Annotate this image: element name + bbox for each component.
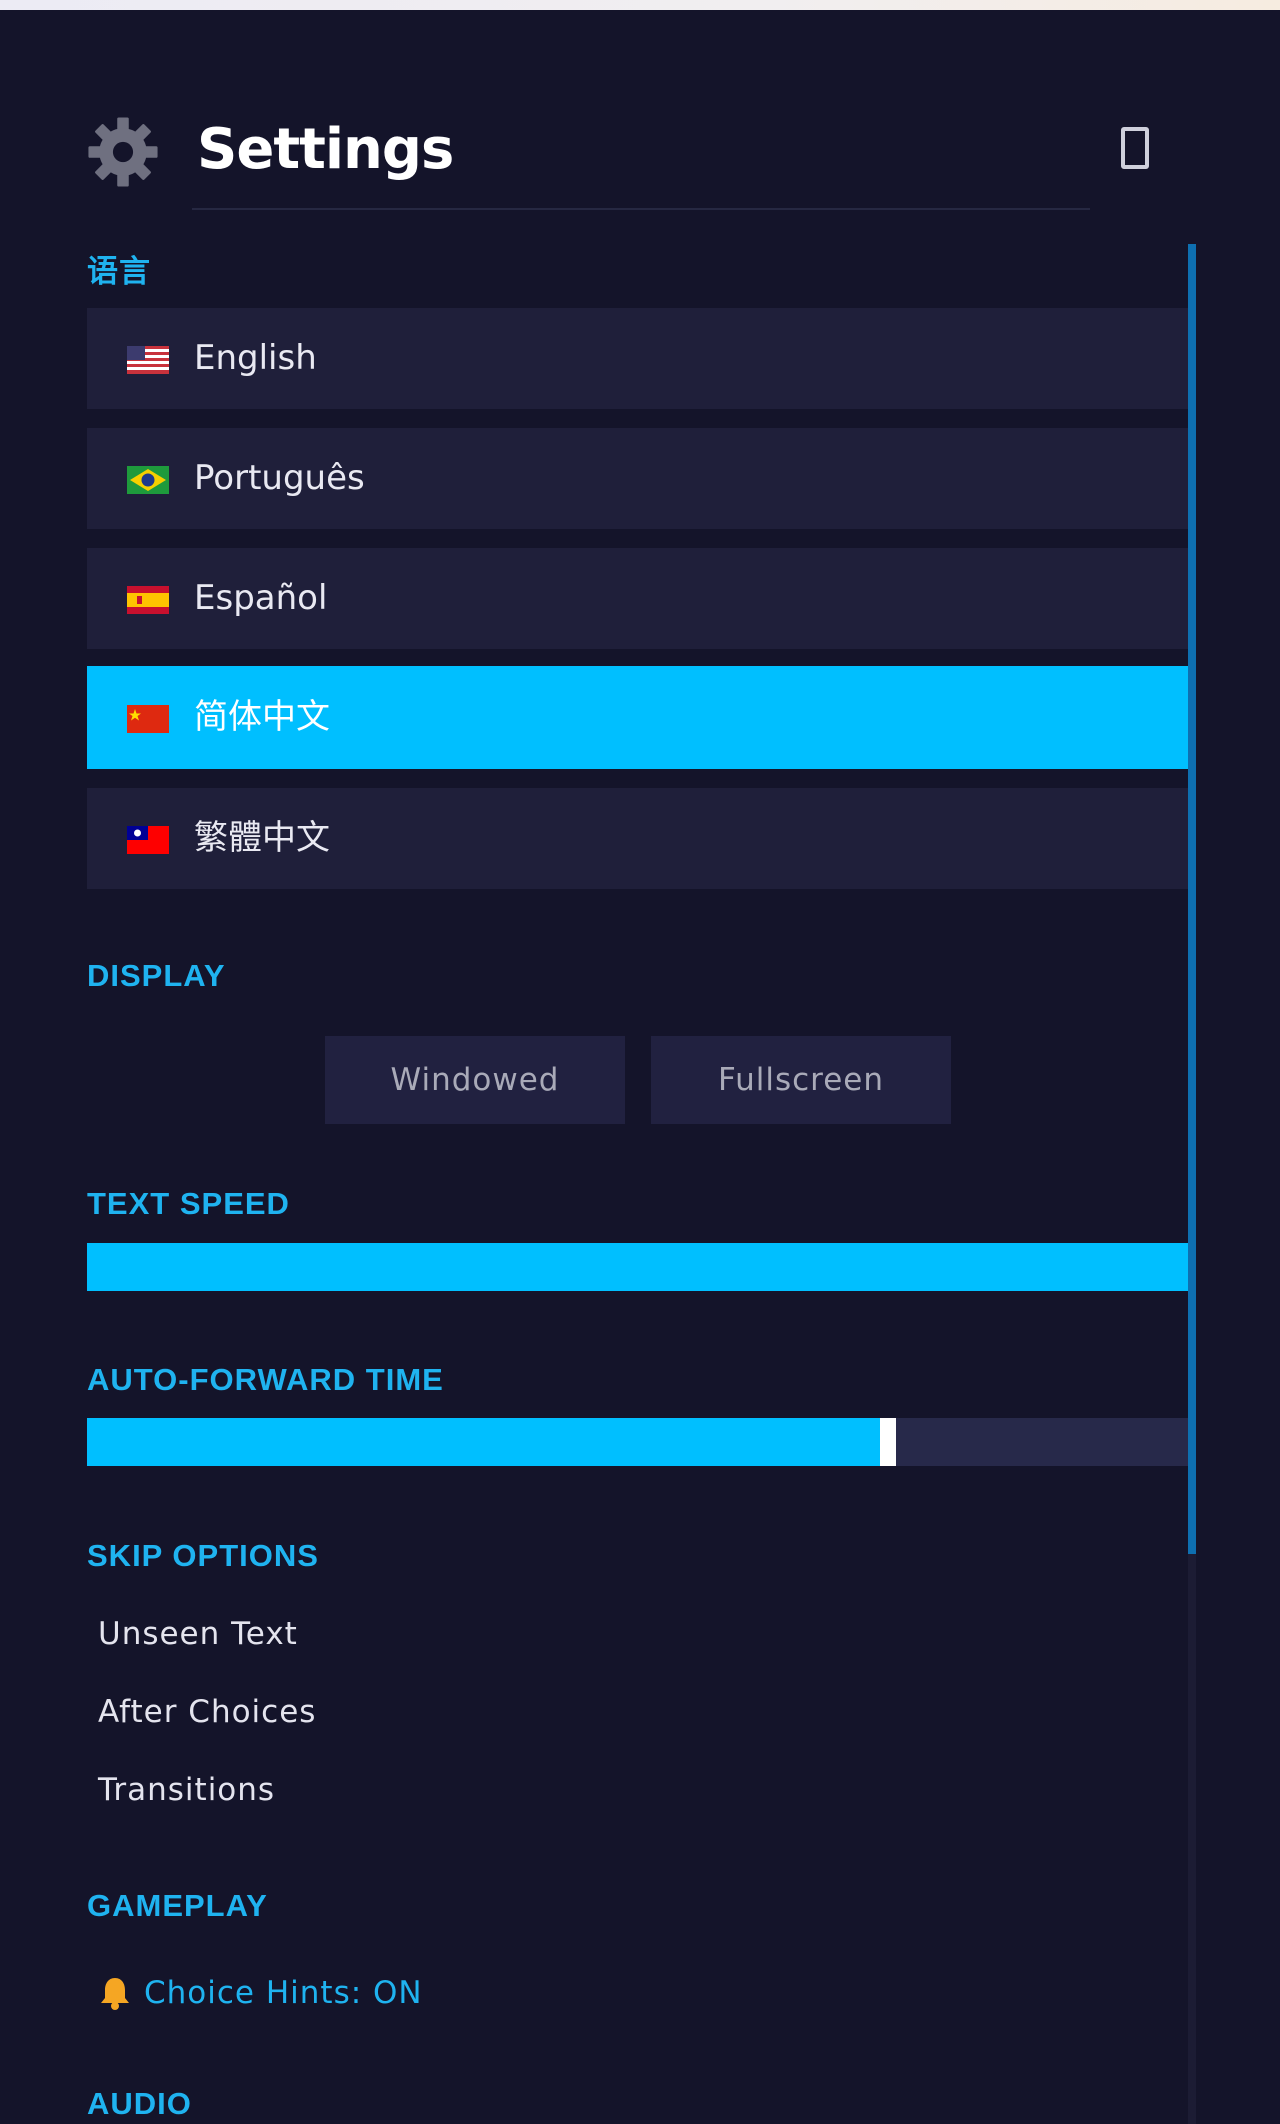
bell-icon — [101, 1978, 129, 2010]
scrollbar-thumb[interactable] — [1188, 244, 1196, 1554]
language-label: Português — [194, 458, 365, 498]
auto-forward-slider-handle[interactable] — [879, 1418, 896, 1466]
section-audio-label: AUDIO — [87, 2086, 192, 2121]
language-option-spanish[interactable]: Español — [87, 548, 1188, 649]
language-option-english[interactable]: English — [87, 308, 1188, 409]
header-divider — [192, 208, 1090, 210]
language-label: Español — [194, 578, 328, 618]
section-auto-forward-label: AUTO-FORWARD TIME — [87, 1362, 444, 1397]
language-option-portuguese[interactable]: Português — [87, 428, 1188, 529]
language-label: English — [194, 338, 317, 378]
gear-icon — [88, 117, 158, 187]
window-top-strip — [0, 0, 1280, 10]
skip-option-unseen-text[interactable]: Unseen Text — [98, 1616, 298, 1652]
section-skip-options-label: SKIP OPTIONS — [87, 1538, 319, 1573]
settings-panel: Settings 语言 English Português Español 简体… — [0, 10, 1280, 2124]
skip-option-after-choices[interactable]: After Choices — [98, 1694, 316, 1730]
section-language-label: 语言 — [87, 254, 151, 289]
choice-hints-toggle[interactable]: Choice Hints: ON — [98, 1975, 423, 2011]
language-label: 繁體中文 — [194, 818, 330, 858]
brazil-flag-icon — [127, 466, 169, 494]
language-option-traditional-chinese[interactable]: 繁體中文 — [87, 788, 1188, 889]
page-title: Settings — [197, 117, 454, 182]
china-flag-icon — [127, 705, 169, 733]
choice-hints-label: Choice Hints: ON — [144, 1975, 423, 2011]
text-speed-slider-fill — [87, 1243, 1188, 1291]
language-option-simplified-chinese[interactable]: 简体中文 — [87, 666, 1188, 769]
fullscreen-button[interactable]: Fullscreen — [651, 1036, 951, 1124]
skip-option-transitions[interactable]: Transitions — [98, 1772, 275, 1808]
language-label: 简体中文 — [194, 697, 330, 737]
section-text-speed-label: TEXT SPEED — [87, 1186, 290, 1221]
section-display-label: DISPLAY — [87, 958, 226, 993]
text-speed-slider[interactable] — [87, 1243, 1188, 1291]
taiwan-flag-icon — [127, 826, 169, 854]
section-gameplay-label: GAMEPLAY — [87, 1888, 268, 1923]
window-icon[interactable] — [1121, 127, 1149, 169]
windowed-button[interactable]: Windowed — [325, 1036, 625, 1124]
auto-forward-slider-fill — [87, 1418, 880, 1466]
auto-forward-slider[interactable] — [87, 1418, 1188, 1466]
us-flag-icon — [127, 346, 169, 374]
spain-flag-icon — [127, 586, 169, 614]
